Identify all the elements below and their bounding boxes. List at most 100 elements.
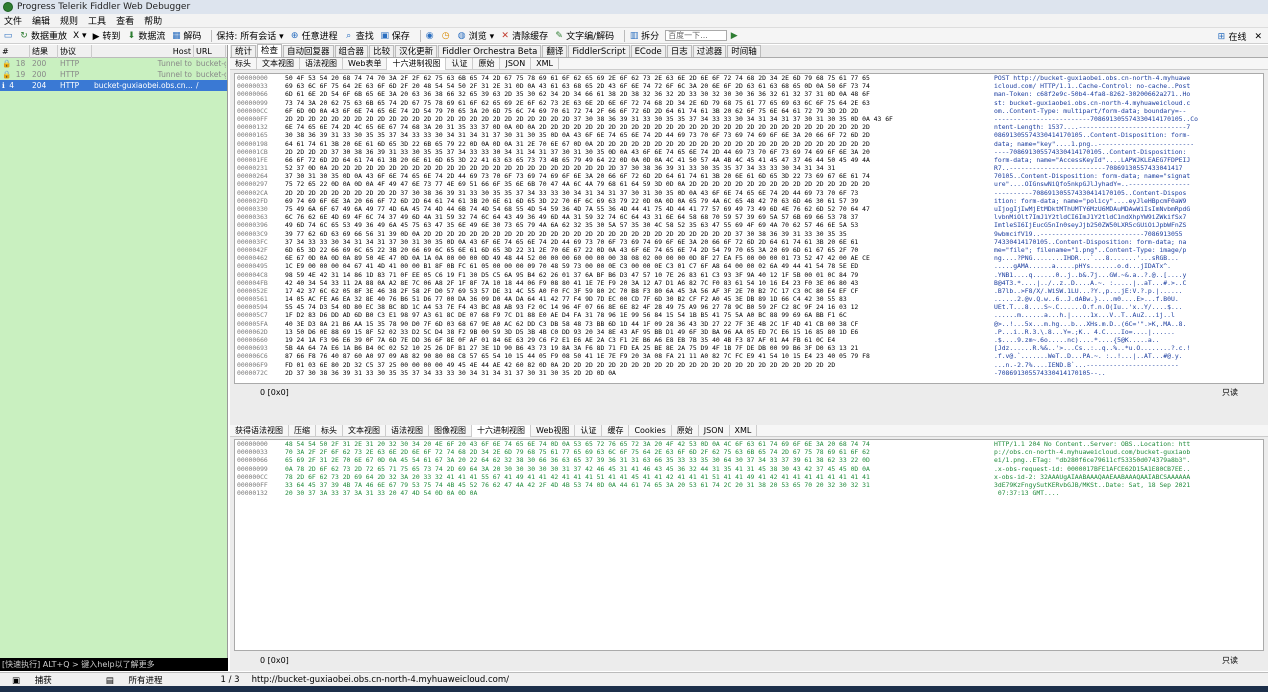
- quickexec-input[interactable]: [快速执行] ALT+Q > 键入help以了解更多: [0, 658, 228, 671]
- tab-9[interactable]: ECode: [630, 45, 666, 57]
- find-icon: ⌕: [346, 30, 352, 41]
- hex-offset: 000005C7: [237, 311, 268, 320]
- response-tab-12[interactable]: JSON: [699, 424, 730, 437]
- status-url: http://bucket-guxiaobei.obs.cn-north-4.m…: [251, 674, 510, 685]
- col-result[interactable]: 结果: [30, 44, 58, 58]
- session-row-selected[interactable]: ℹ 4 204 HTTP bucket-guxiaobei.obs.cn... …: [0, 80, 227, 91]
- tab-4[interactable]: 比较: [369, 45, 395, 57]
- close-icon[interactable]: ✕: [1254, 32, 1262, 42]
- tab-5[interactable]: 汉化更新: [395, 45, 438, 57]
- hex-ascii: ----708691305574330414170105..Content-Di…: [994, 147, 1191, 156]
- hex-bytes: 19 24 1A F3 96 E6 39 0F 7A 6D 7E DD 36 6…: [285, 336, 836, 344]
- hex-ascii: .$....9.zm~.6o.....nc)....*....{5@K.....…: [994, 336, 1160, 344]
- clear-cache-button[interactable]: ✕ 清除缓存: [500, 29, 548, 43]
- tab-11[interactable]: 过滤器: [692, 45, 727, 57]
- request-tab-4[interactable]: 十六进制视图: [387, 57, 447, 70]
- response-tab-8[interactable]: 认证: [575, 424, 603, 437]
- hex-line: 00000231 52 37 0D 0A 2D 2D 2D 2D 2D 2D 2D…: [235, 164, 1263, 172]
- response-tab-9[interactable]: 缓存: [602, 424, 630, 437]
- menu-edit[interactable]: 编辑: [32, 14, 50, 27]
- tab-6[interactable]: Fiddler Orchestra Beta: [438, 45, 542, 57]
- response-tabs: 获得语法视图 压缩 标头 文本视图 语法视图 图像视图 十六进制视图 Web视图 认证 缓存 Coo…: [230, 424, 1268, 437]
- hex-ascii: ure"....OIGnswNiQfo5nkpGJlJyhadY=..-----…: [994, 180, 1191, 189]
- tab-10[interactable]: 日志: [666, 45, 692, 57]
- response-tab-6[interactable]: 十六进制视图: [472, 424, 531, 437]
- request-hex-view[interactable]: 00000000 50 4F 53 54 20 68 74 74 70 3A 2F…: [234, 73, 1264, 384]
- remove-button[interactable]: X ▾: [73, 31, 87, 41]
- tab-7[interactable]: 翻译: [542, 45, 568, 57]
- response-tab-10[interactable]: Cookies: [629, 424, 672, 437]
- request-readonly: 只读: [1222, 387, 1238, 397]
- tab-3[interactable]: 组合器: [334, 45, 369, 57]
- tab-12[interactable]: 时间轴: [727, 45, 761, 57]
- hex-bytes: 6C 76 62 6E 4D 69 4F 6C 74 37 49 6D 4A 3…: [285, 213, 859, 222]
- split-button[interactable]: ▥ 拆分: [629, 29, 659, 43]
- hex-line: 00000264 37 30 31 30 35 0D 0A 43 6F 6E 74…: [235, 172, 1263, 180]
- save-button[interactable]: ▣ 保存: [380, 29, 409, 43]
- col-host[interactable]: Host: [92, 44, 194, 58]
- menu-tools[interactable]: 工具: [88, 14, 106, 27]
- capture-toggle[interactable]: ▣ 捕获: [0, 674, 64, 686]
- process-filter[interactable]: ▤ 所有进程: [94, 674, 175, 686]
- session-row[interactable]: 🔒 19 200 HTTP Tunnel to bucket-g: [0, 69, 227, 80]
- tab-2[interactable]: 自动回复器: [283, 45, 334, 57]
- stream-button[interactable]: ⬇ 数据流: [126, 29, 166, 43]
- request-tab-8[interactable]: XML: [531, 57, 560, 70]
- menu-file[interactable]: 文件: [4, 14, 22, 27]
- hex-ascii: me="file"; filename="1.png"..Content-Typ…: [994, 245, 1187, 254]
- response-status: 0 [0x0] 只读: [234, 654, 1264, 666]
- col-num[interactable]: #: [0, 44, 30, 58]
- replay-button[interactable]: ↻ 数据重放: [19, 29, 67, 43]
- response-tab-11[interactable]: 原始: [672, 424, 699, 437]
- menu-rules[interactable]: 规则: [60, 14, 78, 27]
- comment-button[interactable]: ▭: [3, 31, 13, 41]
- session-row[interactable]: 🔒 18 200 HTTP Tunnel to bucket-g: [0, 58, 227, 69]
- response-tab-3[interactable]: 文本视图: [343, 424, 386, 437]
- tab-0[interactable]: 统计: [231, 45, 257, 57]
- response-tab-4[interactable]: 语法视图: [386, 424, 429, 437]
- decode-button[interactable]: ▦ 解码: [171, 29, 201, 43]
- tab-1[interactable]: 检查: [257, 44, 283, 57]
- find-button[interactable]: ⌕ 查找: [344, 29, 374, 43]
- col-protocol[interactable]: 协议: [58, 44, 92, 58]
- browse-button[interactable]: ◍ 浏览 ▾: [457, 29, 494, 43]
- screenshot-button[interactable]: ◉: [425, 31, 435, 41]
- request-tab-3[interactable]: Web表单: [343, 57, 388, 70]
- hex-offset: 000005FA: [237, 319, 268, 328]
- response-tab-5[interactable]: 图像视图: [429, 424, 472, 437]
- menu-help[interactable]: 帮助: [144, 14, 162, 27]
- timer-button[interactable]: ◷: [441, 31, 451, 41]
- hex-ascii: p://obs.cn-north-4.myhuaweicloud.com/buc…: [994, 448, 1191, 457]
- col-url[interactable]: URL: [194, 44, 226, 58]
- hex-line: 000000FF 33 64 45 37 39 4B 7A 46 6E 67 79…: [235, 481, 1263, 489]
- request-tab-5[interactable]: 认证: [446, 57, 474, 70]
- request-tab-7[interactable]: JSON: [500, 57, 532, 70]
- response-tab-1[interactable]: 压缩: [289, 424, 316, 437]
- hex-offset: 0000062D: [237, 327, 268, 336]
- request-tab-0[interactable]: 标头: [230, 57, 257, 70]
- text-encode-button[interactable]: ✎ 文字编/解码: [554, 29, 614, 43]
- request-tab-2[interactable]: 语法视图: [300, 57, 343, 70]
- hex-line: 0000062D 13 50 D6 0E 88 69 15 8F 52 02 33…: [235, 328, 1263, 336]
- hex-offset: 00000165: [237, 131, 268, 140]
- request-tab-6[interactable]: 原始: [473, 57, 501, 70]
- response-tab-7[interactable]: Web视图: [531, 424, 576, 437]
- response-tab-2[interactable]: 标头: [316, 424, 343, 437]
- menu-view[interactable]: 查看: [116, 14, 134, 27]
- toolbar: ▭ ↻ 数据重放 X ▾ ▶ 转到 ⬇ 数据流 ▦ 解码 保持: 所有会话 ▾ ⊕ 任意…: [0, 28, 1268, 44]
- tab-8[interactable]: FiddlerScript: [568, 45, 630, 57]
- hex-bytes: 48 54 54 50 2F 31 2E 31 20 32 30 34 20 4…: [285, 440, 870, 448]
- hex-ascii: 3dE79KzFngySutKERvbGJB/MKSt..Date: Sat, …: [994, 480, 1191, 489]
- go-button[interactable]: ▶ 转到: [93, 29, 121, 42]
- hex-bytes: 6D 65 3D 22 66 69 6C 65 22 3B 20 66 69 6…: [285, 245, 859, 254]
- search-go-button[interactable]: ▶: [729, 31, 739, 41]
- search-input[interactable]: 百度一下...: [665, 30, 728, 41]
- request-tab-1[interactable]: 文本视图: [257, 57, 300, 70]
- any-process-button[interactable]: ⊕ 任意进程: [290, 29, 338, 43]
- keep-sessions-dropdown[interactable]: 保持: 所有会话 ▾: [216, 29, 283, 42]
- hex-line: 000003C9 39 77 62 6D 63 69 66 56 31 39 0D…: [235, 230, 1263, 238]
- online-indicator[interactable]: ⊞ 在线 ✕: [1216, 30, 1262, 44]
- response-hex-view[interactable]: 00000000 48 54 54 50 2F 31 2E 31 20 32 30…: [234, 439, 1264, 651]
- response-tab-13[interactable]: XML: [730, 424, 758, 437]
- response-tab-0[interactable]: 获得语法视图: [230, 424, 289, 437]
